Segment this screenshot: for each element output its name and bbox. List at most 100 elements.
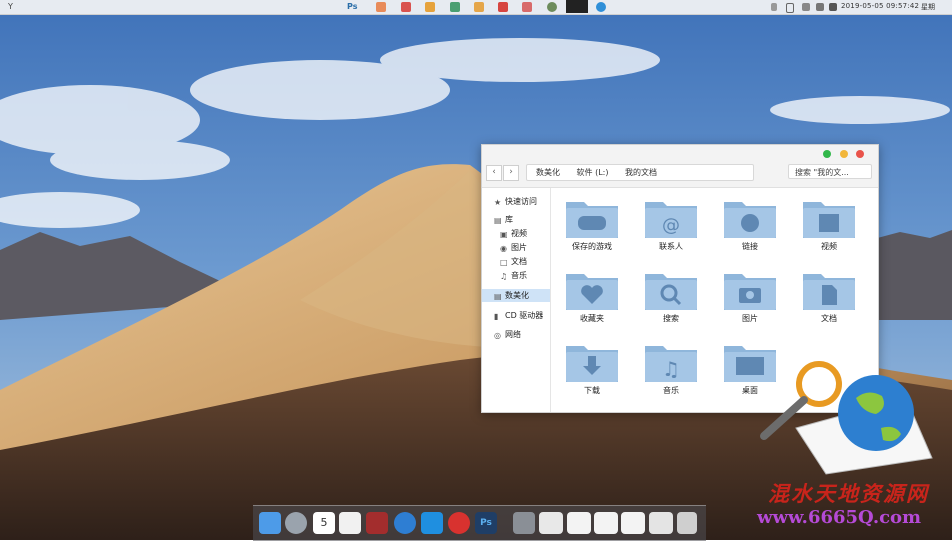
- input-method-icon[interactable]: [829, 3, 837, 11]
- app-icon[interactable]: [376, 2, 386, 12]
- calendar-icon[interactable]: 5: [313, 512, 335, 534]
- video-icon: ▣: [500, 230, 508, 239]
- app-icon[interactable]: [401, 2, 411, 12]
- back-button[interactable]: ‹: [486, 165, 502, 181]
- path-bar[interactable]: 数美化 软件 (L:) 我的文档: [526, 164, 754, 181]
- document-icon: [803, 274, 855, 310]
- finder-icon[interactable]: [259, 512, 281, 534]
- path-segment[interactable]: 数美化: [536, 168, 560, 177]
- automator-icon[interactable]: [513, 512, 535, 534]
- folder-saved-games[interactable]: 保存的游戏: [554, 191, 624, 257]
- document-icon: □: [500, 258, 508, 267]
- sidebar-item-network[interactable]: ◎ 网络: [494, 328, 521, 341]
- globe-icon: [724, 202, 776, 238]
- folder-label: 文档: [821, 314, 837, 323]
- clock-weekday[interactable]: 星期: [921, 2, 935, 12]
- app-icon[interactable]: [498, 2, 508, 12]
- sidebar: ★ 快速访问 ▤ 库 ▣ 视频 ◉ 图片 □ 文档 ♫ 音乐 ▤ 数美化 ▮ CD 驱动器 ◎ 网…: [482, 188, 551, 412]
- app-store-icon[interactable]: [421, 512, 443, 534]
- desktop-search-globe-icon[interactable]: [756, 358, 938, 478]
- sidebar-item-videos[interactable]: ▣ 视频: [500, 227, 527, 240]
- sidebar-item-label: 快速访问: [505, 197, 537, 206]
- menu-bar: Y Ps 2019-05-05 09:57:42 星期: [0, 0, 952, 15]
- sidebar-item-label: 文档: [511, 257, 527, 266]
- clock-datetime[interactable]: 2019-05-05 09:57:42: [841, 2, 919, 10]
- sidebar-item-pictures[interactable]: ◉ 图片: [500, 241, 527, 254]
- zoom-button[interactable]: [823, 150, 831, 158]
- path-segment[interactable]: 软件 (L:): [577, 168, 609, 177]
- battery-icon[interactable]: [786, 3, 794, 13]
- search-input[interactable]: 搜索 "我的文...: [788, 164, 872, 179]
- notes-icon[interactable]: [339, 512, 361, 534]
- film-icon: [803, 202, 855, 238]
- folder-contacts[interactable]: @ 联系人: [633, 191, 703, 257]
- folder-label: 视频: [821, 242, 837, 251]
- sidebar-item-label: CD 驱动器: [505, 311, 544, 320]
- photoshop-icon[interactable]: Ps: [475, 512, 497, 534]
- app-icon[interactable]: [522, 2, 532, 12]
- folder-music[interactable]: ♫ 音乐: [633, 335, 703, 401]
- watermark-chinese: 混水天地资源网: [768, 481, 929, 506]
- speaker-icon[interactable]: [816, 3, 824, 11]
- window-icon[interactable]: [594, 512, 618, 534]
- gamepad-icon: [566, 202, 618, 238]
- path-segment[interactable]: 我的文档: [625, 168, 657, 177]
- photo-booth-icon[interactable]: [366, 512, 388, 534]
- drive-icon: ▤: [494, 292, 502, 301]
- window-icon[interactable]: [539, 512, 563, 534]
- sidebar-item-cd-drive[interactable]: ▮ CD 驱动器: [494, 309, 543, 322]
- window-icon[interactable]: [567, 512, 591, 534]
- sidebar-item-quick-access[interactable]: ★ 快速访问: [494, 195, 537, 208]
- netease-icon[interactable]: [547, 2, 557, 12]
- close-button[interactable]: [856, 150, 864, 158]
- cd-drive-icon: ▮: [494, 312, 499, 321]
- heart-icon: [566, 274, 618, 310]
- sidebar-item-music[interactable]: ♫ 音乐: [500, 269, 527, 282]
- folder-downloads[interactable]: 下载: [554, 335, 624, 401]
- folder-searches[interactable]: 搜索: [633, 263, 703, 329]
- folder-videos[interactable]: 视频: [791, 191, 861, 257]
- app-icon[interactable]: [771, 3, 777, 11]
- launchpad-icon[interactable]: [285, 512, 307, 534]
- magnifier-icon: [645, 274, 697, 310]
- sidebar-item-drive-selected[interactable]: ▤ 数美化: [482, 289, 550, 302]
- watermark-url: www.6665Q.com: [757, 507, 922, 528]
- folder-label: 保存的游戏: [572, 242, 612, 251]
- camera-icon: [724, 274, 776, 310]
- sidebar-item-label: 图片: [511, 243, 527, 252]
- folder-label: 下载: [584, 386, 600, 395]
- trash-icon[interactable]: [677, 512, 697, 534]
- forward-button[interactable]: ›: [503, 165, 519, 181]
- at-sign-icon: @: [645, 202, 697, 238]
- photoshop-icon[interactable]: Ps: [347, 2, 359, 12]
- netease-music-icon[interactable]: [448, 512, 470, 534]
- calculator-icon[interactable]: [649, 512, 673, 534]
- folder-label: 搜索: [663, 314, 679, 323]
- sidebar-item-library[interactable]: ▤ 库: [494, 213, 513, 226]
- screen-icon[interactable]: [566, 0, 588, 13]
- sidebar-item-label: 数美化: [505, 291, 529, 300]
- app-icon[interactable]: [450, 2, 460, 12]
- folder-links[interactable]: 链接: [712, 191, 782, 257]
- folder-documents[interactable]: 文档: [791, 263, 861, 329]
- window-titlebar[interactable]: ‹ › 数美化 软件 (L:) 我的文档 搜索 "我的文...: [482, 145, 878, 188]
- spider-icon[interactable]: Y: [8, 2, 18, 12]
- sidebar-item-label: 视频: [511, 229, 527, 238]
- minimize-button[interactable]: [840, 150, 848, 158]
- app-icon[interactable]: [425, 2, 435, 12]
- sidebar-item-label: 音乐: [511, 271, 527, 280]
- sidebar-item-documents[interactable]: □ 文档: [500, 255, 527, 268]
- svg-text:♫: ♫: [662, 357, 680, 381]
- app-icon[interactable]: [596, 2, 606, 12]
- folder-pictures[interactable]: 图片: [712, 263, 782, 329]
- app-icon[interactable]: [474, 2, 484, 12]
- wifi-icon[interactable]: [802, 3, 810, 11]
- folder-favorites[interactable]: 收藏夹: [554, 263, 624, 329]
- dock: 5 Ps: [253, 505, 706, 541]
- network-icon: ◎: [494, 331, 501, 340]
- sidebar-item-label: 库: [505, 215, 513, 224]
- safari-icon[interactable]: [394, 512, 416, 534]
- folder-label: 链接: [742, 242, 758, 251]
- window-icon[interactable]: [621, 512, 645, 534]
- music-icon: ♫: [500, 272, 508, 281]
